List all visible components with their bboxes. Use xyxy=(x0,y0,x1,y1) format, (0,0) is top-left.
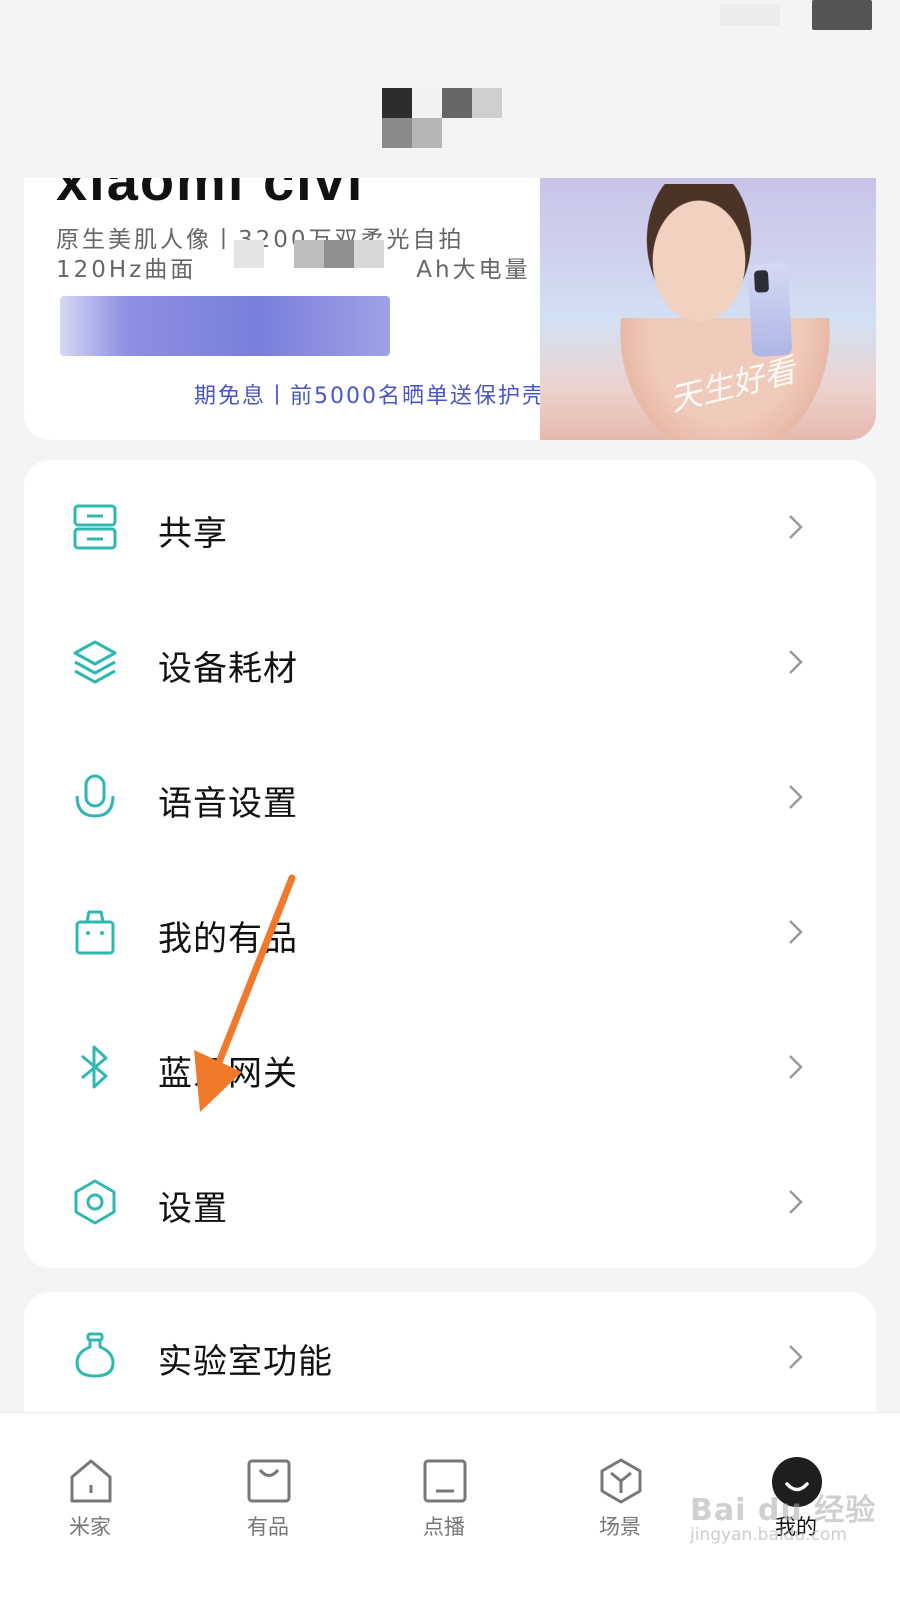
banner-text-area: xiaomi civi 原生美肌人像丨3200万双柔光自拍 120Hz曲面Ah大… xyxy=(24,178,544,440)
profile-header xyxy=(0,0,900,170)
menu-item-label: 蓝牙网关 xyxy=(158,1054,298,1094)
cube-icon xyxy=(600,1458,642,1504)
menu-item-label: 语音设置 xyxy=(158,784,298,824)
menu-item-my-youpin[interactable]: 我的有品 xyxy=(24,865,876,999)
banner-title-mosaic xyxy=(60,296,390,356)
flask-icon xyxy=(75,1332,115,1378)
bottom-nav: 米家 有品 点播 场景 我的 Bai du 经验 jingyan.baidu.c… xyxy=(0,1412,900,1601)
chevron-right-icon xyxy=(789,515,803,539)
banner-promo-text: 期免息丨前5000名晒单送保护壳 xyxy=(194,384,546,409)
layers-icon xyxy=(73,640,117,684)
menu-item-share[interactable]: 共享 xyxy=(24,460,876,594)
menu-item-label: 设置 xyxy=(158,1189,228,1229)
chevron-right-icon xyxy=(789,1190,803,1214)
promo-banner[interactable]: xiaomi civi 原生美肌人像丨3200万双柔光自拍 120Hz曲面Ah大… xyxy=(24,178,876,440)
bag-icon xyxy=(247,1459,291,1503)
lab-card: 实验室功能 xyxy=(24,1292,876,1432)
chevron-right-icon xyxy=(789,920,803,944)
home-icon xyxy=(70,1459,112,1503)
nav-tab-mijia[interactable]: 米家 xyxy=(30,1413,150,1563)
menu-card: 共享 设备耗材 语音设置 我的有品 蓝牙网关 设置 xyxy=(24,460,876,1268)
status-bar-placeholder xyxy=(720,4,780,26)
menu-item-settings[interactable]: 设置 xyxy=(24,1135,876,1268)
nav-label: 米家 xyxy=(69,1515,111,1539)
menu-item-label: 实验室功能 xyxy=(158,1342,333,1382)
hexagon-settings-icon xyxy=(74,1179,116,1225)
menu-item-label: 设备耗材 xyxy=(158,649,298,689)
nav-label: 场景 xyxy=(599,1515,641,1539)
menu-item-label: 我的有品 xyxy=(158,919,298,959)
menu-item-label: 共享 xyxy=(158,514,228,554)
baidu-watermark: Bai du 经验 xyxy=(690,1493,877,1528)
chevron-right-icon xyxy=(789,785,803,809)
microphone-icon xyxy=(75,774,115,818)
user-name-mosaic xyxy=(382,88,502,148)
screen-icon xyxy=(423,1459,467,1503)
phone-image xyxy=(747,263,793,357)
nav-tab-youpin[interactable]: 有品 xyxy=(208,1413,328,1563)
baidu-watermark-url: jingyan.baidu.com xyxy=(690,1525,847,1545)
nav-label: 点播 xyxy=(423,1515,465,1539)
banner-brand: xiaomi civi xyxy=(56,178,365,212)
menu-item-bluetooth-gateway[interactable]: 蓝牙网关 xyxy=(24,1000,876,1134)
nav-tab-scenes[interactable]: 场景 xyxy=(560,1413,680,1563)
chevron-right-icon xyxy=(789,1345,803,1369)
shopping-bag-icon xyxy=(75,910,115,955)
nav-tab-on-demand[interactable]: 点播 xyxy=(384,1413,504,1563)
chevron-right-icon xyxy=(789,1055,803,1079)
chevron-right-icon xyxy=(789,650,803,674)
server-icon xyxy=(73,504,117,550)
menu-item-lab-features[interactable]: 实验室功能 xyxy=(24,1292,876,1426)
menu-item-consumables[interactable]: 设备耗材 xyxy=(24,595,876,729)
banner-model-photo: 天生好看 xyxy=(540,178,876,440)
nav-label: 有品 xyxy=(247,1515,289,1539)
model-head xyxy=(640,184,758,324)
banner-mosaic xyxy=(234,240,384,268)
bluetooth-icon xyxy=(81,1045,108,1089)
menu-item-voice-settings[interactable]: 语音设置 xyxy=(24,730,876,864)
status-bar-battery-block xyxy=(812,0,872,30)
